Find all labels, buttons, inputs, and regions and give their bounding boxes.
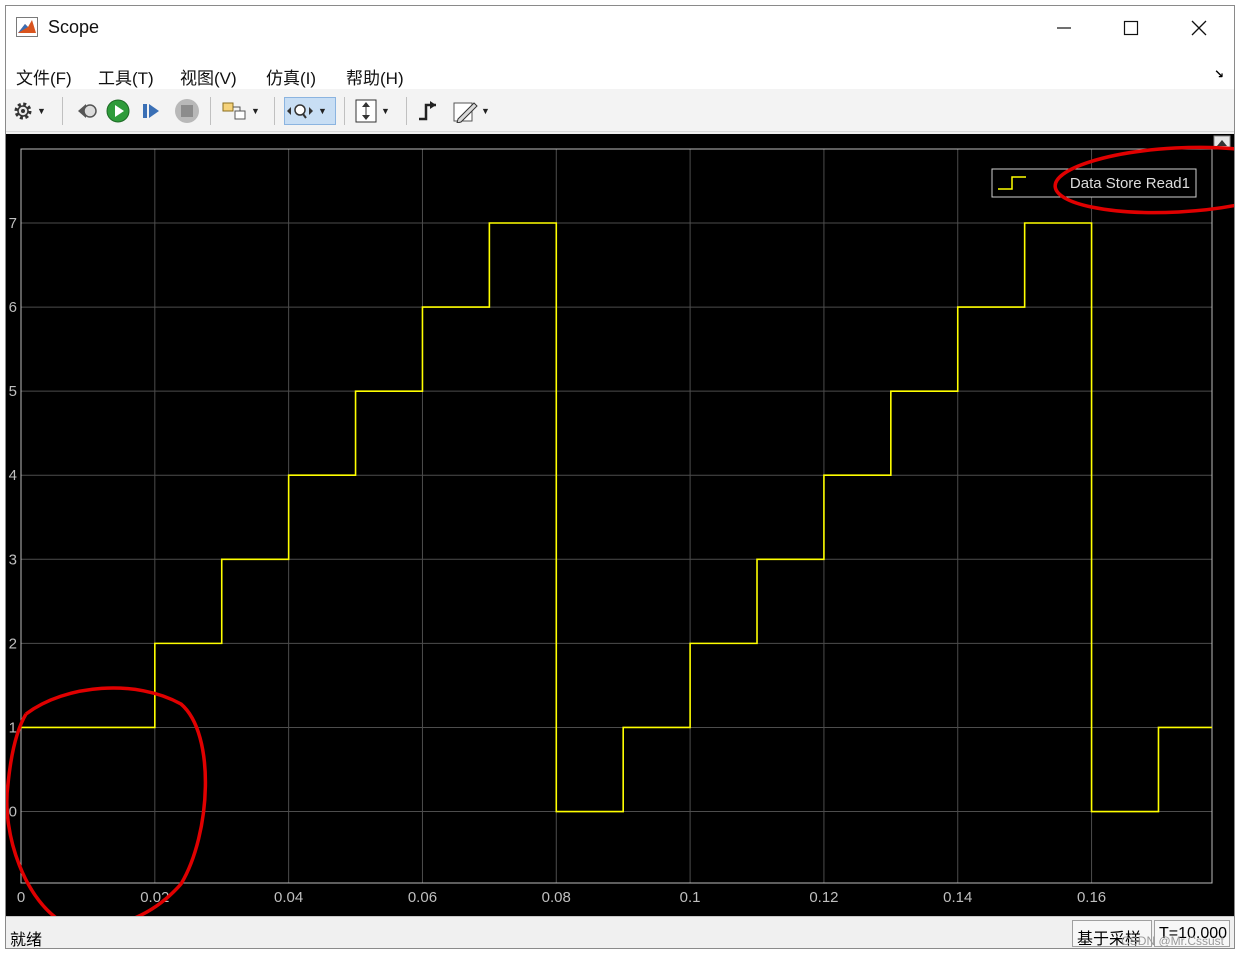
menu-help[interactable]: 帮助(H)	[346, 64, 404, 89]
x-tick-label: 0.12	[809, 889, 838, 906]
scope-chart: 0 0.02 0.04 0.06 0.08 0.1 0.12 0.14 0.1601234567…	[6, 135, 1234, 916]
close-button[interactable]	[1166, 6, 1232, 49]
triggers-icon	[419, 101, 436, 121]
y-tick-label: 6	[9, 299, 17, 316]
axes-frame	[20, 148, 1213, 884]
y-tick-label: 7	[9, 215, 17, 232]
highlight-block-icon	[222, 102, 246, 120]
menu-file[interactable]: 文件(F)	[16, 64, 72, 89]
menu-view[interactable]: 视图(V)	[180, 64, 237, 89]
x-tick-label: 0	[17, 889, 25, 906]
status-ready: 就绪	[10, 932, 43, 949]
minimize-button[interactable]	[1031, 6, 1097, 49]
stop-button[interactable]	[174, 97, 200, 125]
y-tick-label: 3	[9, 551, 17, 568]
close-icon	[1191, 20, 1207, 35]
toolbar-divider	[274, 97, 275, 125]
gear-icon	[14, 102, 32, 120]
window-title: Scope	[48, 17, 100, 37]
x-tick-label: 0.06	[408, 889, 437, 906]
y-tick-label: 0	[9, 804, 17, 821]
zoom-button[interactable]: ▼	[284, 97, 336, 125]
toolbar-divider	[406, 97, 407, 125]
chevron-down-icon: ▼	[381, 106, 390, 116]
toolbar-divider	[344, 97, 345, 125]
style-button[interactable]: ▼	[452, 97, 490, 125]
title-bar[interactable]: Scope	[6, 6, 1234, 49]
step-forward-icon	[143, 104, 159, 118]
step-back-icon	[78, 104, 97, 118]
legend-label: Data Store Read1	[1070, 175, 1190, 192]
maximize-icon	[1123, 20, 1139, 35]
menu-tools[interactable]: 工具(T)	[98, 64, 154, 89]
x-tick-label: 0.08	[542, 889, 571, 906]
chevron-down-icon: ▼	[37, 106, 46, 116]
menu-bar: 文件(F) 工具(T) 视图(V) 仿真(I) 帮助(H) ↘	[6, 49, 1234, 89]
chevron-down-icon: ▼	[318, 106, 327, 116]
step-forward-button[interactable]	[140, 97, 164, 125]
minimize-icon	[1057, 26, 1071, 29]
watermark: CSDN @Mr.Cssust	[1121, 934, 1224, 948]
configuration-button[interactable]: ▼	[12, 97, 46, 125]
toolbar-divider	[62, 97, 63, 125]
stop-icon	[175, 99, 199, 123]
scope-window: Scope 文件(F) 工具(T) 视图(V) 仿真(I) 帮助(H) ↘ ▼	[5, 5, 1235, 949]
toolbar: ▼ ▼ ▼ ▼ ▼	[6, 89, 1234, 132]
scale-axes-button[interactable]: ▼	[354, 97, 390, 125]
status-bar: 就绪 基于采样 T=10.000 CSDN @Mr.Cssust	[6, 916, 1234, 949]
run-icon	[106, 99, 130, 123]
x-tick-label: 0.16	[1077, 889, 1106, 906]
menu-simulation[interactable]: 仿真(I)	[266, 64, 316, 89]
zoom-icon	[287, 104, 313, 119]
scope-plot-area[interactable]: 0 0.02 0.04 0.06 0.08 0.1 0.12 0.14 0.16 0 1 2 3 4 5 6 7…	[6, 134, 1234, 916]
series-line	[21, 222, 1212, 813]
undock-icon[interactable]: ↘	[1214, 67, 1224, 81]
x-tick-label: 0.14	[943, 889, 972, 906]
x-tick-label: 0.04	[274, 889, 303, 906]
chevron-down-icon: ▼	[251, 106, 260, 116]
run-button[interactable]	[106, 97, 130, 125]
maximize-button[interactable]	[1098, 6, 1164, 49]
chevron-down-icon: ▼	[481, 106, 490, 116]
scale-axes-icon	[355, 99, 377, 123]
matlab-logo-icon	[16, 17, 38, 37]
origin-highlight-circle	[6, 686, 208, 916]
y-tick-label: 4	[9, 467, 17, 484]
x-tick-label: 0.1	[680, 889, 701, 906]
toolbar-divider	[210, 97, 211, 125]
edit-icon	[453, 102, 478, 123]
triggers-button[interactable]	[416, 97, 440, 125]
y-tick-label: 2	[9, 635, 17, 652]
highlight-block-button[interactable]: ▼	[222, 97, 260, 125]
step-back-button[interactable]	[74, 97, 98, 125]
y-tick-label: 5	[9, 383, 17, 400]
